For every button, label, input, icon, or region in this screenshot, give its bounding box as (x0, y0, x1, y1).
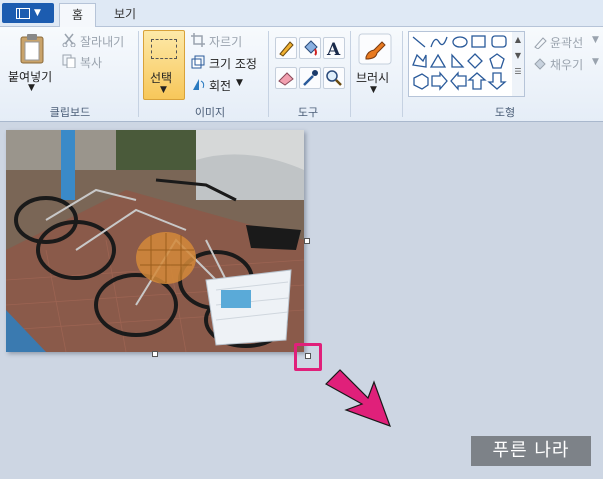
select-rectangle-icon (151, 39, 177, 59)
pointer-arrow-icon (325, 369, 392, 428)
eraser-tool[interactable] (275, 67, 297, 89)
chevron-down-icon[interactable]: ▼ (370, 85, 377, 95)
cut-button[interactable]: 잘라내기 (80, 33, 124, 50)
magnifier-icon (326, 70, 342, 86)
group-label-clipboard: 클립보드 (49, 106, 91, 119)
magnifier-tool[interactable] (323, 67, 345, 89)
tab-home[interactable]: 홈 (59, 3, 96, 27)
select-label: 선택 (150, 71, 173, 85)
group-label-shapes: 도형 (494, 106, 516, 119)
rotate-button[interactable]: 회전 (209, 77, 231, 94)
scroll-up-icon[interactable]: ▲ (512, 32, 524, 48)
color-picker-tool[interactable] (299, 67, 321, 89)
resize-handle-bottom[interactable] (152, 351, 158, 357)
group-divider (138, 31, 139, 117)
pencil-icon (279, 41, 294, 57)
shapes-gallery (408, 31, 514, 97)
eraser-icon (278, 72, 294, 86)
crop-icon (191, 33, 205, 47)
expand-gallery-icon[interactable]: ☰ (512, 64, 524, 80)
group-divider (268, 31, 269, 117)
fill-tool[interactable] (299, 37, 321, 59)
group-divider (350, 31, 351, 117)
shapes-gallery-scroll[interactable]: ▲ ▼ ☰ (512, 31, 525, 97)
ribbon: 붙여넣기 ▼ 잘라내기 복사 클립보드 선택 ▼ 자르기 크기 조정 회전 ▼ … (0, 27, 603, 122)
text-icon: A (326, 40, 341, 60)
copy-icon (62, 54, 76, 68)
outline-button[interactable]: 윤곽선 (550, 34, 583, 51)
watermark-text: 푸른 나라 (471, 436, 591, 466)
chevron-down-icon[interactable]: ▼ (592, 35, 599, 45)
group-divider (402, 31, 403, 117)
ribbon-tab-bar: ▼ 홈 보기 (0, 0, 603, 27)
chevron-down-icon[interactable]: ▼ (592, 57, 599, 67)
brushes-button[interactable]: 브러시 (356, 69, 389, 86)
resize-button[interactable]: 크기 조정 (209, 55, 257, 72)
paste-icon (20, 34, 44, 64)
shapes-icons (412, 35, 507, 91)
group-label-tools: 도구 (297, 106, 319, 119)
eyedropper-icon (303, 70, 318, 86)
file-menu-button[interactable]: ▼ (2, 3, 54, 23)
cut-icon (62, 33, 76, 47)
chevron-down-icon[interactable]: ▼ (28, 83, 35, 93)
bicycle-photo (6, 130, 304, 352)
chevron-down-icon: ▼ (34, 8, 41, 18)
text-tool[interactable]: A (323, 37, 345, 60)
fill-icon (534, 58, 546, 70)
file-menu-icon (16, 8, 30, 19)
chevron-down-icon[interactable]: ▼ (236, 78, 243, 88)
scroll-down-icon[interactable]: ▼ (512, 48, 524, 64)
rotate-icon (193, 79, 205, 90)
crop-button[interactable]: 자르기 (209, 33, 242, 50)
pencil-tool[interactable] (275, 37, 297, 59)
canvas-image-bicycles[interactable] (6, 130, 304, 352)
select-button[interactable]: 선택 ▼ (143, 30, 185, 100)
fill-button[interactable]: 채우기 (550, 56, 583, 73)
group-label-image: 이미지 (194, 106, 226, 119)
chevron-down-icon: ▼ (160, 85, 167, 95)
outline-icon (534, 37, 547, 49)
resize-handle-corner[interactable] (305, 353, 311, 359)
resize-icon (191, 55, 205, 69)
copy-button[interactable]: 복사 (80, 54, 102, 71)
brush-icon (358, 33, 392, 65)
svg-text:A: A (326, 40, 341, 58)
paint-bucket-icon (304, 40, 318, 56)
tab-view[interactable]: 보기 (105, 3, 145, 26)
resize-handle-right[interactable] (304, 238, 310, 244)
